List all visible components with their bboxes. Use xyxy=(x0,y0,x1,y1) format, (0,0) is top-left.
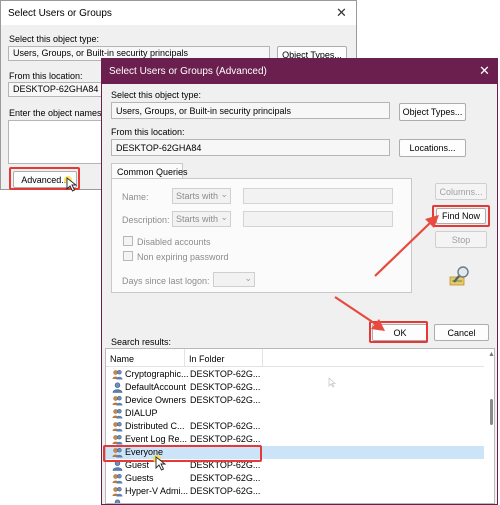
group-icon xyxy=(112,447,123,458)
table-row[interactable]: Cryptographic... DESKTOP-62G... xyxy=(106,368,484,381)
close-icon[interactable]: ✕ xyxy=(479,64,490,77)
group-icon xyxy=(112,408,123,419)
table-row[interactable]: DIALUP xyxy=(106,407,484,420)
object-type-field: Users, Groups, or Built-in security prin… xyxy=(111,102,390,119)
chevron-down-icon: ⌄ xyxy=(220,212,228,222)
common-queries-tab-label: Common Queries xyxy=(117,167,188,177)
row-name: Event Log Re... xyxy=(125,434,188,444)
table-row[interactable]: Event Log Re... DESKTOP-62G... xyxy=(106,433,484,446)
row-name: Hyper-V Admi... xyxy=(125,486,189,496)
results-scrollbar[interactable]: ▲ xyxy=(487,349,494,503)
columns-button[interactable]: Columns... xyxy=(435,183,487,200)
search-results-label: Search results: xyxy=(111,337,172,347)
name-mode-value: Starts with xyxy=(176,191,219,201)
table-row[interactable]: Device Owners DESKTOP-62G... xyxy=(106,394,484,407)
close-icon[interactable]: ✕ xyxy=(336,6,347,19)
user-icon xyxy=(112,460,123,471)
arrow-to-ok xyxy=(334,296,385,331)
name-input[interactable] xyxy=(243,188,393,204)
group-icon xyxy=(112,486,123,497)
days-since-logon-label: Days since last logon: xyxy=(122,276,210,286)
back-dialog-titlebar: Select Users or Groups ✕ xyxy=(1,1,356,25)
name-mode-select[interactable]: Starts with ⌄ xyxy=(172,188,231,204)
mouse-cursor-icon xyxy=(64,176,78,192)
description-label: Description: xyxy=(122,215,170,225)
user-icon xyxy=(112,499,123,503)
user-icon xyxy=(112,382,123,393)
table-row[interactable]: Hyper-V Admi... DESKTOP-62G... xyxy=(106,485,484,498)
location-field: DESKTOP-62GHA84 xyxy=(111,139,390,156)
row-name: Distributed C... xyxy=(125,421,185,431)
location-label: From this location: xyxy=(111,127,185,137)
column-divider xyxy=(262,349,263,367)
column-divider xyxy=(184,349,185,367)
column-header-in-folder[interactable]: In Folder xyxy=(189,354,225,364)
row-name: Cryptographic... xyxy=(125,369,189,379)
advanced-dialog-title: Select Users or Groups (Advanced) xyxy=(109,66,267,77)
disabled-accounts-label: Disabled accounts xyxy=(137,237,211,247)
group-icon xyxy=(112,434,123,445)
non-expiring-password-label: Non expiring password xyxy=(137,252,229,262)
mouse-cursor-icon xyxy=(153,455,167,471)
back-location-label: From this location: xyxy=(9,71,83,81)
back-dialog-title: Select Users or Groups xyxy=(8,8,112,19)
days-since-logon-select[interactable]: ⌄ xyxy=(213,272,255,287)
chevron-down-icon: ⌄ xyxy=(244,273,252,283)
common-queries-tab[interactable]: Common Queries xyxy=(111,163,188,179)
group-icon xyxy=(112,395,123,406)
description-mode-select[interactable]: Starts with ⌄ xyxy=(172,211,231,227)
arrow-to-find-now xyxy=(374,215,439,277)
results-scrollbar-thumb[interactable] xyxy=(490,399,493,425)
row-name: Guest xyxy=(125,460,150,470)
group-icon xyxy=(112,369,123,380)
chevron-down-icon: ⌄ xyxy=(220,189,228,199)
search-results-list[interactable]: Name In Folder Cryptographic... DESKTOP-6… xyxy=(105,348,495,504)
column-header-name[interactable]: Name xyxy=(110,354,134,364)
row-folder: DESKTOP-62G... xyxy=(190,460,261,470)
back-object-type-label: Select this object type: xyxy=(9,34,100,44)
row-name: DefaultAccount xyxy=(125,382,187,392)
object-types-button[interactable]: Object Types... xyxy=(399,103,466,121)
row-folder: DESKTOP-62G... xyxy=(190,486,261,496)
row-name: Guests xyxy=(125,473,154,483)
group-icon xyxy=(112,421,123,432)
row-folder: DESKTOP-62G... xyxy=(190,395,261,405)
table-row[interactable]: DefaultAccount DESKTOP-62G... xyxy=(106,381,484,394)
row-name: DIALUP xyxy=(125,408,158,418)
group-icon xyxy=(112,473,123,484)
back-location-field: DESKTOP-62GHA84 xyxy=(8,82,103,97)
locations-button[interactable]: Locations... xyxy=(399,139,466,157)
row-folder: DESKTOP-62G... xyxy=(190,421,261,431)
row-folder: DESKTOP-62G... xyxy=(190,473,261,483)
advanced-dialog-titlebar: Select Users or Groups (Advanced) ✕ xyxy=(102,59,497,84)
table-row[interactable]: Guests DESKTOP-62G... xyxy=(106,472,484,485)
row-name: Device Owners xyxy=(125,395,187,405)
row-folder: DESKTOP-62G... xyxy=(190,382,261,392)
object-type-label: Select this object type: xyxy=(111,90,202,100)
disabled-accounts-checkbox[interactable] xyxy=(123,236,133,246)
row-folder: DESKTOP-62G... xyxy=(190,434,261,444)
table-row[interactable] xyxy=(106,498,484,503)
back-names-textarea[interactable] xyxy=(8,120,103,164)
advanced-dialog: Select Users or Groups (Advanced) ✕ Sele… xyxy=(101,58,498,505)
table-row[interactable]: Distributed C... DESKTOP-62G... xyxy=(106,420,484,433)
mouse-cursor-icon xyxy=(328,377,336,388)
scroll-up-arrow-icon[interactable]: ▲ xyxy=(488,351,494,358)
cancel-button[interactable]: Cancel xyxy=(434,324,489,341)
results-header: Name In Folder xyxy=(106,349,484,367)
row-folder: DESKTOP-62G... xyxy=(190,369,261,379)
results-rows: Cryptographic... DESKTOP-62G... DefaultAcc… xyxy=(106,368,484,503)
search-icon xyxy=(449,266,469,286)
name-label: Name: xyxy=(122,192,149,202)
non-expiring-password-checkbox[interactable] xyxy=(123,251,133,261)
common-queries-panel: Name: Starts with ⌄ Description: Starts … xyxy=(111,178,412,293)
back-enter-names-label: Enter the object names to xyxy=(9,108,112,118)
description-mode-value: Starts with xyxy=(176,214,219,224)
